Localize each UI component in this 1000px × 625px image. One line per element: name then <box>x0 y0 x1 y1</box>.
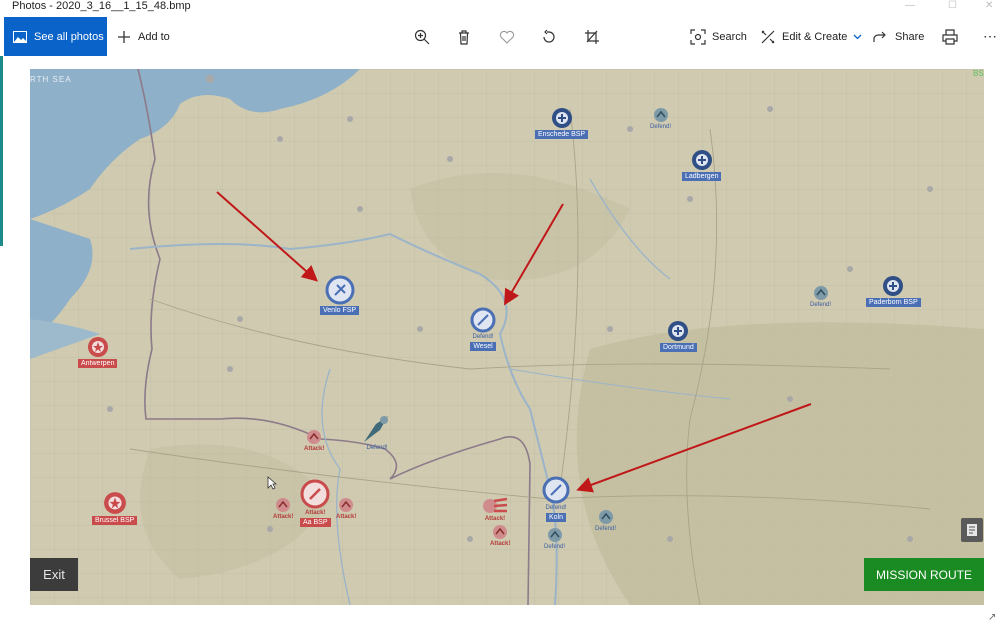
arrow-to-koln <box>576 403 812 493</box>
search-button[interactable]: Search <box>690 17 747 56</box>
notes-icon <box>967 524 977 536</box>
share-label: Share <box>895 30 925 43</box>
mouse-cursor-icon <box>267 476 277 490</box>
rotate-icon <box>541 29 557 45</box>
delete-button[interactable] <box>456 17 472 56</box>
exit-button[interactable]: Exit <box>30 558 78 591</box>
edit-create-icon <box>760 29 776 45</box>
photos-icon <box>13 30 27 43</box>
window-titlebar: Photos - 2020_3_16__1_15_48.bmp — ☐ ✕ <box>0 0 1000 14</box>
resize-grip-icon[interactable]: ↗ <box>988 612 996 623</box>
window-title: Photos - 2020_3_16__1_15_48.bmp <box>12 0 191 12</box>
more-icon: ⋯ <box>983 28 997 44</box>
trash-icon <box>456 29 472 45</box>
close-icon[interactable]: ✕ <box>985 0 993 12</box>
zoom-button[interactable] <box>414 17 430 56</box>
favorite-button[interactable] <box>499 17 515 56</box>
minimize-icon[interactable]: — <box>905 0 915 12</box>
heart-icon <box>499 29 515 45</box>
crop-button[interactable] <box>584 17 600 56</box>
print-button[interactable] <box>942 17 958 56</box>
crop-icon <box>584 29 600 45</box>
visual-search-icon <box>690 28 706 45</box>
maximize-icon[interactable]: ☐ <box>948 0 957 12</box>
share-icon <box>873 29 889 45</box>
plus-icon <box>116 29 132 45</box>
toolbar: See all photos Add to Search Edit & Crea… <box>0 14 1000 56</box>
edit-create-button[interactable]: Edit & Create <box>760 17 862 56</box>
arrow-to-wesel <box>503 203 564 306</box>
edit-create-label: Edit & Create <box>782 30 848 43</box>
share-button[interactable]: Share <box>873 17 924 56</box>
more-button[interactable]: ⋯ <box>982 17 998 56</box>
campaign-map[interactable]: RTH SEA BS Enschede BSP Ladbergen Paderb… <box>30 69 984 605</box>
arrow-to-venlo <box>216 191 318 282</box>
left-window-accent <box>0 56 3 246</box>
printer-icon <box>942 28 958 45</box>
notes-button[interactable] <box>961 518 983 542</box>
zoom-in-icon <box>414 29 430 45</box>
add-to-label: Add to <box>138 30 170 43</box>
see-all-photos-label: See all photos <box>34 30 104 43</box>
chevron-down-icon <box>853 31 862 43</box>
add-to-button[interactable]: Add to <box>116 17 170 56</box>
rotate-button[interactable] <box>541 17 557 56</box>
see-all-photos-button[interactable]: See all photos <box>4 17 107 56</box>
annotation-arrows <box>216 191 812 493</box>
mission-route-button[interactable]: MISSION ROUTE <box>864 558 984 591</box>
search-label: Search <box>712 30 747 43</box>
